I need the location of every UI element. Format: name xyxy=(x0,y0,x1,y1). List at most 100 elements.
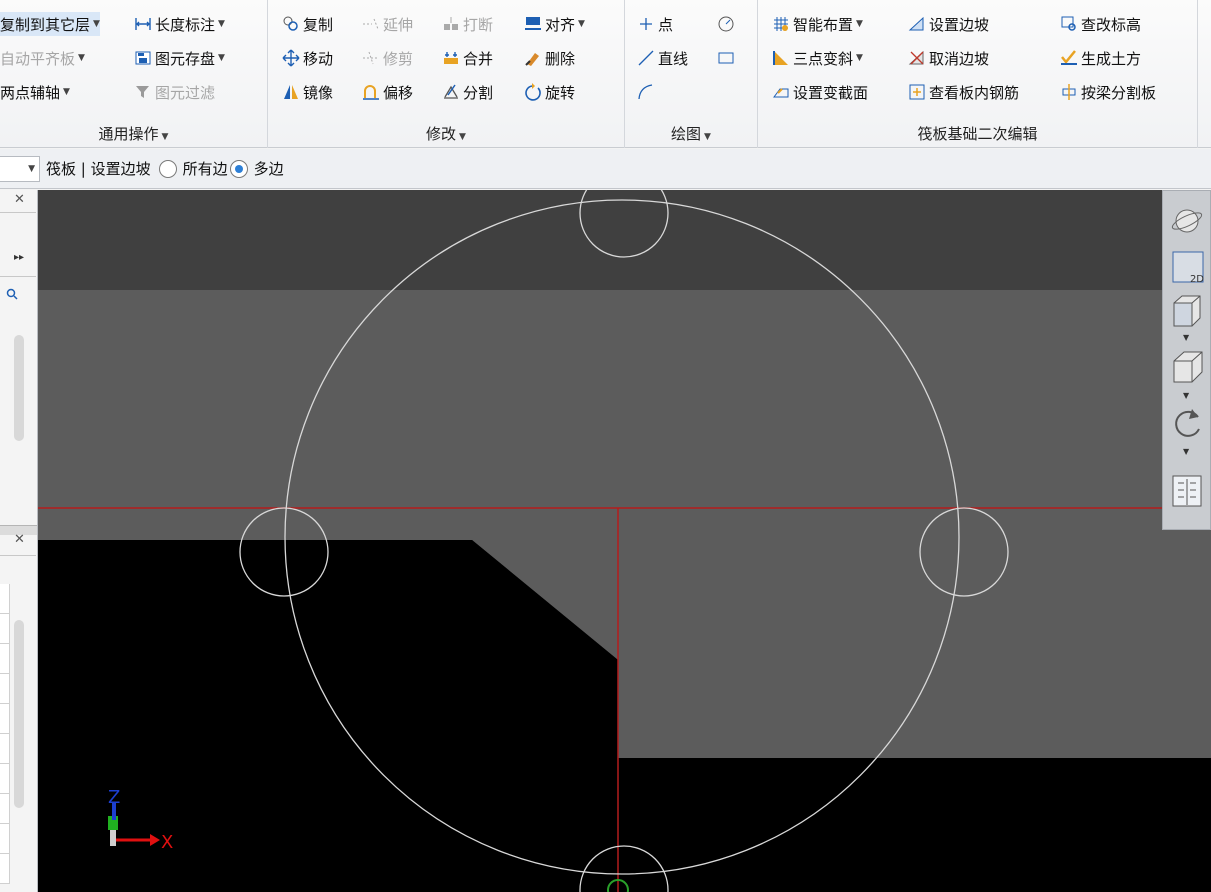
expand-icon[interactable]: ▸▸ xyxy=(14,252,24,263)
check-elevation-button[interactable]: 查改标高 xyxy=(1060,12,1141,36)
break-label: 打断 xyxy=(463,15,494,34)
circle-draw-button[interactable] xyxy=(717,12,738,36)
scrollbar-bottom[interactable] xyxy=(14,620,24,808)
group-modify-label[interactable]: 修改 ▼ xyxy=(268,123,624,144)
properties-button[interactable] xyxy=(1168,473,1206,509)
copy-to-other-layer-button[interactable]: 复制到其它层 ▼ xyxy=(0,12,100,36)
move-button[interactable]: 移动 xyxy=(282,46,333,70)
align-icon xyxy=(524,15,542,33)
radio-multi-edges[interactable] xyxy=(229,159,248,178)
rotate-view-button[interactable] xyxy=(1168,405,1206,441)
group-general-label[interactable]: 通用操作 ▼ xyxy=(0,123,267,144)
chevron-down-icon[interactable]: ▼ xyxy=(856,19,863,29)
panel-top-close-icon[interactable]: ✕ xyxy=(14,192,25,207)
search-icon[interactable] xyxy=(6,288,18,304)
radio-all-edges-label[interactable]: 所有边 xyxy=(183,158,228,179)
viewport-svg[interactable]: Z X xyxy=(38,190,1211,892)
merge-button[interactable]: 合并 xyxy=(442,46,493,70)
line-label: 直线 xyxy=(658,49,689,68)
split-button[interactable]: 分割 xyxy=(442,80,493,104)
chevron-down-icon[interactable]: ▼ xyxy=(78,53,85,63)
point-icon xyxy=(637,15,655,33)
cancel-slope-button[interactable]: 取消边坡 xyxy=(908,46,989,70)
three-point-slope-button[interactable]: 三点变斜 ▼ xyxy=(772,46,863,70)
group-raft: 智能布置 ▼ 设置边坡 查改标高 三点变斜 ▼ 取消边坡 生成土方 设置变截面 xyxy=(758,0,1198,148)
axis-z-label: Z xyxy=(108,787,120,808)
delete-label: 删除 xyxy=(545,49,576,68)
element-save-button[interactable]: 图元存盘 ▼ xyxy=(134,46,225,70)
view-2d-button[interactable]: 2D xyxy=(1168,249,1206,285)
panel-bottom-close-icon[interactable]: ✕ xyxy=(14,532,25,547)
arc-icon xyxy=(637,83,655,101)
elevation-icon xyxy=(1060,15,1078,33)
variable-section-button[interactable]: 设置变截面 xyxy=(772,80,868,104)
generate-earthwork-label: 生成土方 xyxy=(1081,49,1142,68)
save-disk-icon xyxy=(134,49,152,67)
rotate-label: 旋转 xyxy=(545,83,576,102)
divider xyxy=(0,555,36,556)
rotate-view-icon xyxy=(1175,409,1200,437)
view-2d-label: 2D xyxy=(1189,274,1204,285)
arc-draw-button[interactable] xyxy=(637,80,658,104)
smart-layout-button[interactable]: 智能布置 ▼ xyxy=(772,12,863,36)
rotate-button[interactable]: 旋转 xyxy=(524,80,575,104)
chevron-down-icon[interactable]: ▼ xyxy=(856,53,863,63)
view-rebar-button[interactable]: 查看板内钢筋 xyxy=(908,80,1019,104)
line-button[interactable]: 直线 xyxy=(637,46,688,70)
cube-iso-icon xyxy=(1173,351,1203,383)
chevron-down-icon[interactable]: ▼ xyxy=(93,19,100,29)
circle-icon xyxy=(717,15,735,33)
group-draw-label[interactable]: 绘图 ▼ xyxy=(625,123,757,144)
scrollbar-top[interactable] xyxy=(14,335,24,441)
copy-button[interactable]: 复制 xyxy=(282,12,333,36)
radio-all-edges[interactable] xyxy=(158,159,177,178)
point-button[interactable]: 点 xyxy=(637,12,673,36)
radio-multi-edges-label[interactable]: 多边 xyxy=(254,158,284,179)
view-3d-iso-button[interactable] xyxy=(1168,349,1206,385)
align-label: 对齐 xyxy=(545,15,576,34)
align-button[interactable]: 对齐 ▼ xyxy=(524,12,585,36)
group-modify-label-text: 修改 xyxy=(426,125,457,143)
line-icon xyxy=(637,49,655,67)
extend-label: 延伸 xyxy=(383,15,414,34)
chevron-down-icon[interactable]: ▼ xyxy=(1183,447,1189,456)
earthwork-icon xyxy=(1060,49,1078,67)
group-raft-label-text: 筏板基础二次编辑 xyxy=(917,125,1038,143)
list-icon xyxy=(1172,475,1202,507)
chevron-down-icon[interactable]: ▼ xyxy=(218,19,225,29)
triangle-slope-icon xyxy=(772,49,790,67)
rectangle-draw-button[interactable] xyxy=(717,46,738,70)
view-toolbar: 2D ▼ ▼ ▼ xyxy=(1162,190,1211,530)
cancel-slope-icon xyxy=(908,49,926,67)
orbit-button[interactable] xyxy=(1168,203,1206,239)
filter-icon xyxy=(134,83,152,101)
delete-button[interactable]: 删除 xyxy=(524,46,575,70)
merge-label: 合并 xyxy=(463,49,494,68)
group-raft-label: 筏板基础二次编辑 xyxy=(758,123,1197,144)
two-point-aux-axis-button[interactable]: 两点辅轴 ▼ xyxy=(0,80,70,104)
length-dimension-button[interactable]: 长度标注 ▼ xyxy=(134,12,225,36)
set-slope-button[interactable]: 设置边坡 xyxy=(908,12,989,36)
copy-label: 复制 xyxy=(303,15,334,34)
drawing-canvas[interactable]: Z X xyxy=(38,190,1211,892)
offset-button[interactable]: 偏移 xyxy=(362,80,413,104)
break-button[interactable]: 打断 xyxy=(442,12,493,36)
extend-button[interactable]: 延伸 xyxy=(362,12,413,36)
group-general-label-text: 通用操作 xyxy=(98,125,159,143)
trim-label: 修剪 xyxy=(383,49,414,68)
mirror-button[interactable]: 镜像 xyxy=(282,80,333,104)
slope-icon xyxy=(908,15,926,33)
chevron-down-icon[interactable]: ▼ xyxy=(578,19,585,29)
view-3d-top-button[interactable] xyxy=(1168,293,1206,329)
split-by-beam-button[interactable]: 按梁分割板 xyxy=(1060,80,1156,104)
copy-icon xyxy=(282,15,300,33)
generate-earthwork-button[interactable]: 生成土方 xyxy=(1060,46,1141,70)
chevron-down-icon[interactable]: ▼ xyxy=(1183,333,1189,342)
chevron-down-icon[interactable]: ▼ xyxy=(63,87,70,97)
chevron-down-icon[interactable]: ▼ xyxy=(218,53,225,63)
element-filter-button[interactable]: 图元过滤 xyxy=(134,80,215,104)
context-dropdown[interactable]: ▼ xyxy=(0,155,40,182)
trim-button[interactable]: 修剪 xyxy=(362,46,413,70)
auto-flush-slab-button[interactable]: 自动平齐板 ▼ xyxy=(0,46,85,70)
chevron-down-icon[interactable]: ▼ xyxy=(1183,391,1189,400)
